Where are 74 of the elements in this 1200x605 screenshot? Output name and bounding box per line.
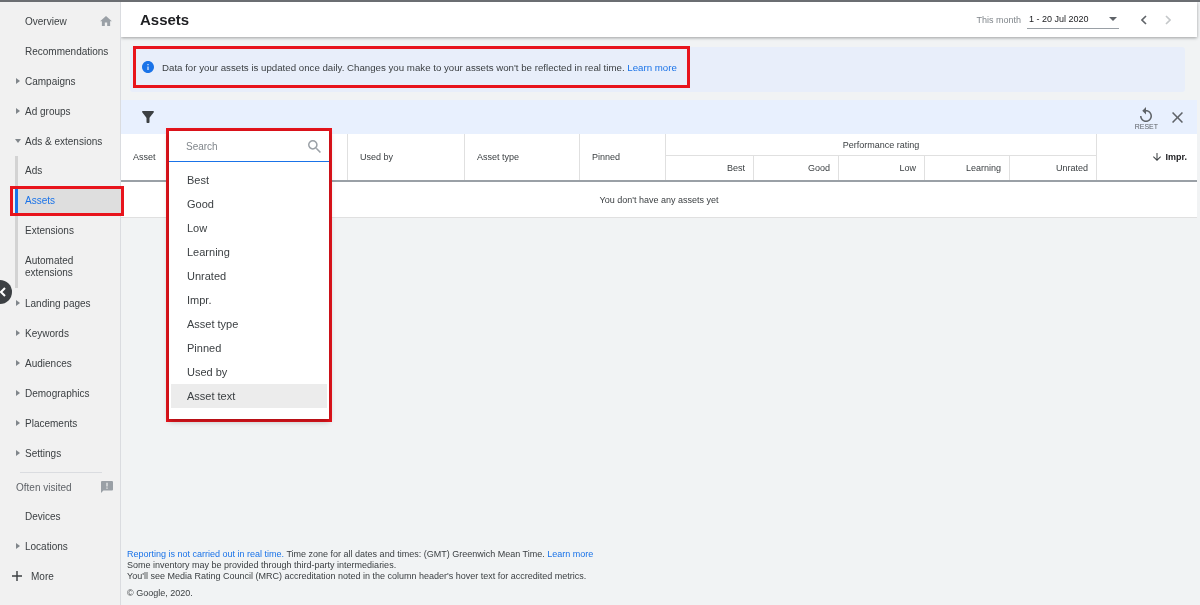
section-title: Often visited [16, 481, 72, 493]
column-header[interactable]: Good [807, 163, 830, 173]
menu-item[interactable]: Learning [171, 240, 327, 264]
menu-item[interactable]: Asset text [171, 384, 327, 408]
footer-text: You'll see Media Rating Council (MRC) accreditation noted in the column header's hover text for accredited metrics. [127, 571, 588, 582]
menu-item[interactable]: Pinned [171, 336, 327, 360]
sidebar-item[interactable]: Devices [13, 501, 120, 531]
search-field[interactable]: Search [186, 140, 296, 152]
column-header[interactable]: Best [727, 163, 745, 173]
close-button[interactable] [1172, 111, 1183, 123]
column-header[interactable]: Used by [360, 152, 394, 162]
menu-item[interactable]: Low [171, 216, 327, 240]
menu-item[interactable]: Used by [171, 360, 327, 384]
caret-right-icon [16, 420, 20, 426]
column-header[interactable]: Asset type [477, 152, 520, 162]
sidebar-item[interactable]: Placements [13, 408, 120, 438]
sidebar-item[interactable]: Ad groups [13, 96, 120, 126]
footer-text: Some inventory may be provided through third-party intermediaries. [127, 560, 398, 571]
caret-right-icon [16, 360, 20, 366]
caret-right-icon [16, 78, 20, 84]
column-header[interactable]: Low [899, 163, 916, 173]
close-icon [1172, 111, 1183, 123]
learn-more-link[interactable]: Learn more [627, 61, 677, 73]
column-header[interactable]: Impr. [1153, 152, 1187, 162]
sidebar-item[interactable]: Landing pages [13, 288, 120, 318]
menu-item[interactable]: Asset type [171, 312, 327, 336]
circular-arrow-icon [1140, 106, 1153, 122]
more-button[interactable]: More [0, 561, 54, 591]
caret-right-icon [16, 450, 20, 456]
column-group-header: Performance rating [842, 139, 920, 150]
speech-bubble-icon [101, 481, 113, 493]
caret-right-icon [16, 543, 20, 549]
column-header[interactable]: Asset [133, 152, 156, 162]
sidebar-item[interactable]: Audiences [13, 348, 120, 378]
column-header[interactable]: Unrated [1055, 163, 1088, 173]
home-icon [100, 16, 112, 26]
search-icon [308, 139, 321, 153]
sidebar-item[interactable]: Campaigns [13, 66, 120, 96]
arrow-down-icon [1153, 153, 1162, 161]
menu-item[interactable]: Good [171, 192, 327, 216]
footer-text: Reporting is not carried out in real time. Time zone for all dates and times: (GMT) Greenwich Mean Time. Learn more [127, 549, 595, 560]
period-label: This month [976, 14, 1021, 25]
caret-right-icon [16, 108, 20, 114]
column-header[interactable]: Learning [965, 163, 1001, 173]
menu-item[interactable]: Impr. [171, 288, 327, 312]
chevron-left-icon [0, 287, 6, 297]
sidebar-item[interactable]: Settings [13, 438, 120, 468]
sidebar-item[interactable]: Demographics [13, 378, 120, 408]
caret-right-icon [16, 330, 20, 336]
menu-item[interactable]: Best [171, 168, 327, 192]
funnel-icon [142, 111, 154, 123]
caret-right-icon [16, 300, 20, 306]
sidebar-item[interactable]: Ads & extensions [13, 126, 120, 156]
caret-down-icon [1109, 17, 1117, 21]
caret-right-icon [16, 390, 20, 396]
menu-item[interactable]: Unrated [171, 264, 327, 288]
sidebar-item[interactable]: Recommendations [13, 36, 120, 66]
empty-message: You don't have any assets yet [599, 194, 719, 205]
sidebar-item[interactable]: Overview [13, 6, 120, 36]
plus-icon [12, 571, 22, 581]
caret-down-icon [15, 139, 21, 143]
sidebar-item[interactable]: Locations [13, 531, 120, 561]
chevron-left-icon [1141, 14, 1147, 25]
notice-text: Data for your assets is updated once daily. Changes you make to your assets won't be reflected in real time. Learn more [162, 61, 677, 73]
footer-link[interactable]: Learn more [547, 549, 594, 559]
column-header[interactable]: Pinned [592, 152, 621, 162]
copyright-text: © Google, 2020. [127, 588, 194, 599]
chevron-right-icon [1165, 14, 1171, 25]
info-icon [142, 61, 154, 73]
footer-link[interactable]: Reporting is not carried out in real time. [127, 549, 285, 559]
filter-button[interactable] [142, 111, 154, 123]
page-title: Assets [140, 11, 190, 28]
sidebar-item[interactable]: Keywords [13, 318, 120, 348]
date-range-dropdown[interactable]: 1 - 20 Jul 2020 [1027, 10, 1119, 29]
